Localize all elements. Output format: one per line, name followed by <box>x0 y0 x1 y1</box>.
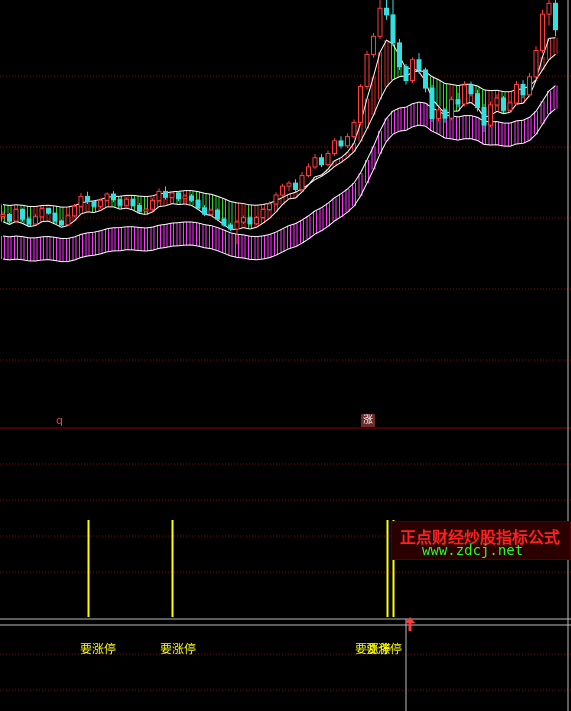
candle-body <box>208 209 214 215</box>
candle-body <box>46 208 51 214</box>
candle-body <box>150 200 155 210</box>
candle-body <box>143 208 149 212</box>
channel-bands <box>1 37 558 263</box>
candle-body <box>52 212 58 222</box>
candle-body <box>293 182 298 190</box>
candle-body <box>111 193 116 201</box>
candle-body <box>13 209 19 222</box>
candle-body <box>169 192 175 198</box>
candle-body <box>59 220 64 226</box>
candle-body <box>189 195 194 201</box>
candle-body <box>468 84 474 95</box>
watermark-url: www.zdcj.net <box>422 543 524 559</box>
candle-body <box>319 157 324 166</box>
lower-band-top-line <box>2 85 556 240</box>
candle-body <box>156 190 162 202</box>
candle-body <box>273 194 279 205</box>
candle-body <box>436 109 441 119</box>
candle-body <box>540 13 545 51</box>
watermark-banner: 正点财经炒股指标公式 www.zdcj.net <box>391 521 571 560</box>
candle-body <box>234 221 240 230</box>
candle-body <box>520 83 526 96</box>
candle-body <box>195 199 201 209</box>
candle-body <box>332 140 337 154</box>
candle-body <box>410 59 415 82</box>
top-label-q: q <box>56 414 63 427</box>
up-arrow-icon <box>405 617 415 631</box>
candle-body <box>39 208 45 218</box>
candle-body <box>267 203 272 211</box>
candle-body <box>104 193 110 201</box>
top-label-zhang: 涨 <box>361 414 375 427</box>
candle-body <box>182 195 188 200</box>
candle-body <box>137 205 142 212</box>
candle-body <box>130 198 136 207</box>
candle-body <box>403 66 409 82</box>
candle-body <box>449 99 454 119</box>
candle-body <box>85 195 90 203</box>
candle-body <box>117 199 123 206</box>
candle-body <box>163 190 168 198</box>
candle-body <box>507 102 513 111</box>
candle-body <box>364 53 370 87</box>
candle-body <box>390 14 396 44</box>
candle-body <box>501 97 506 111</box>
signal-label: 要涨停 <box>80 642 117 656</box>
candle-body <box>462 84 467 105</box>
candle-body <box>72 205 77 217</box>
candle-body <box>371 35 376 55</box>
candle-body <box>423 69 428 89</box>
candle-body <box>358 85 363 123</box>
candle-body <box>377 7 383 37</box>
candle-body <box>78 195 84 207</box>
candle-body <box>247 217 253 225</box>
stock-chart-canvas[interactable] <box>0 0 571 711</box>
candle-body <box>306 166 311 177</box>
candle-body <box>299 175 305 190</box>
candle-body <box>65 215 71 226</box>
signal-label: 要涨停 <box>160 642 197 656</box>
candle-body <box>546 2 552 15</box>
candle-body <box>91 201 97 207</box>
candle-body <box>351 121 357 138</box>
candle-body <box>384 7 389 16</box>
candle-body <box>416 59 422 71</box>
candle-body <box>7 214 12 222</box>
indicator-pane <box>87 520 395 617</box>
candle-body <box>254 216 259 225</box>
candle-body <box>241 217 246 223</box>
candle-body <box>260 209 266 218</box>
candle-body <box>215 209 220 220</box>
candle-body <box>455 99 461 105</box>
candle-body <box>325 152 331 166</box>
candle-body <box>20 209 25 220</box>
candle-body <box>475 93 480 109</box>
candle-body <box>338 140 344 147</box>
candle-body <box>221 218 227 226</box>
signal-label: 要涨停 <box>366 642 403 656</box>
candle-body <box>429 87 435 119</box>
candle-body <box>481 107 487 126</box>
candle-body <box>280 185 285 196</box>
candle-body <box>494 97 500 106</box>
candle-body <box>488 104 493 126</box>
candle-body <box>124 198 129 206</box>
candle-body <box>286 182 292 187</box>
candle-body <box>98 199 103 207</box>
candle-body <box>442 109 448 119</box>
candle-body <box>0 214 6 217</box>
candle-body <box>26 218 32 225</box>
candle-body <box>312 157 318 168</box>
candle-body <box>397 42 402 68</box>
candle-body <box>228 224 233 230</box>
candle-body <box>176 192 181 200</box>
candle-body <box>514 83 519 104</box>
candle-body <box>553 2 558 31</box>
candle-body <box>202 207 207 215</box>
candle-body <box>533 49 539 78</box>
candle-body <box>345 136 350 147</box>
candle-body <box>33 216 38 225</box>
candle-body <box>527 76 532 96</box>
